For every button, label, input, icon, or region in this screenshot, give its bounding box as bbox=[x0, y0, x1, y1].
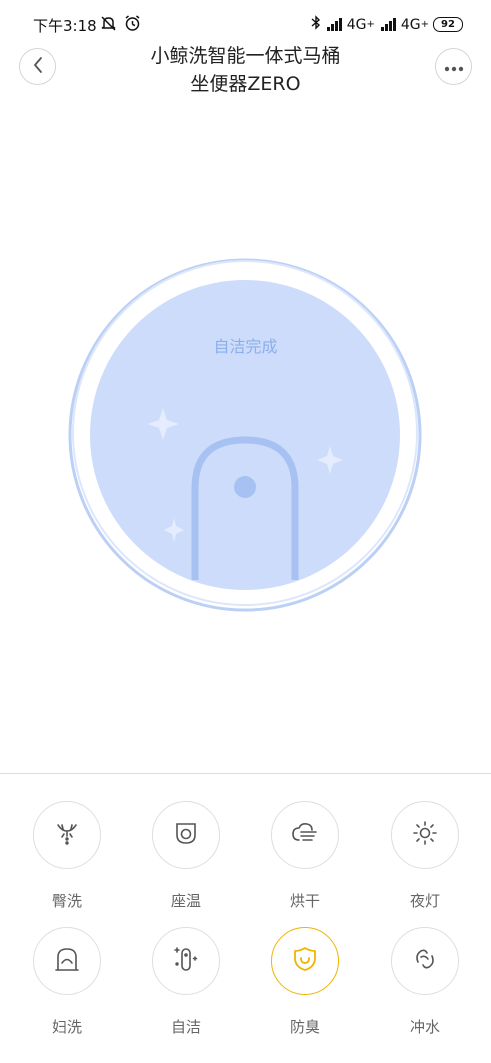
dry-icon bbox=[290, 820, 320, 850]
function-label: 妇洗 bbox=[51, 1018, 82, 1036]
network-2-label: 4G bbox=[400, 16, 421, 33]
function-hip-wash[interactable]: 臀洗 bbox=[17, 801, 117, 911]
function-label: 座温 bbox=[170, 892, 201, 910]
feminine-wash-button[interactable] bbox=[33, 927, 101, 995]
function-label: 臀洗 bbox=[51, 892, 82, 910]
function-dry[interactable]: 烘干 bbox=[255, 801, 355, 911]
more-button[interactable] bbox=[435, 48, 472, 85]
self-clean-icon bbox=[172, 944, 200, 978]
chevron-left-icon bbox=[32, 56, 44, 78]
status-illustration bbox=[60, 250, 430, 620]
hip-wash-icon bbox=[53, 819, 81, 851]
function-flush[interactable]: 冲水 bbox=[375, 927, 475, 1037]
hero-status-text: 自洁完成 bbox=[213, 337, 278, 356]
function-night-light[interactable]: 夜灯 bbox=[375, 801, 475, 911]
alarm-icon bbox=[124, 15, 141, 35]
deodorize-icon bbox=[292, 945, 318, 977]
status-time: 下午3:18 bbox=[33, 17, 97, 35]
divider bbox=[0, 773, 491, 774]
title-line-1: 小鲸洗智能一体式马桶 bbox=[150, 45, 341, 67]
function-label: 夜灯 bbox=[409, 892, 440, 910]
battery-indicator: 92 bbox=[433, 17, 463, 32]
function-label: 自洁 bbox=[170, 1018, 201, 1036]
back-button[interactable] bbox=[19, 48, 56, 85]
function-feminine-wash[interactable]: 妇洗 bbox=[17, 927, 117, 1037]
function-label: 防臭 bbox=[289, 1018, 320, 1036]
flush-icon bbox=[412, 946, 438, 976]
signal-1-icon bbox=[325, 18, 343, 31]
function-label: 烘干 bbox=[289, 892, 320, 910]
self-clean-button[interactable] bbox=[152, 927, 220, 995]
function-deodorize[interactable]: 防臭 bbox=[255, 927, 355, 1037]
bluetooth-icon bbox=[311, 15, 321, 34]
flush-button[interactable] bbox=[391, 927, 459, 995]
notifications-off-icon bbox=[100, 15, 117, 35]
seat-temp-button[interactable] bbox=[152, 801, 220, 869]
signal-2-icon bbox=[379, 18, 397, 31]
network-1-label: 4G bbox=[346, 16, 367, 33]
title-line-2: 坐便器ZERO bbox=[190, 73, 301, 95]
status-bar: 下午3:18 4G + 4G + 92 bbox=[0, 0, 491, 46]
night-light-button[interactable] bbox=[391, 801, 459, 869]
function-label: 冲水 bbox=[409, 1018, 440, 1036]
seat-temp-icon bbox=[173, 820, 199, 850]
feminine-wash-icon bbox=[54, 946, 80, 976]
night-light-icon bbox=[412, 820, 438, 850]
page-title: 小鲸洗智能一体式马桶 坐便器ZERO bbox=[100, 42, 391, 98]
deodorize-button[interactable] bbox=[271, 927, 339, 995]
function-self-clean[interactable]: 自洁 bbox=[136, 927, 236, 1037]
more-icon bbox=[444, 57, 464, 76]
dry-button[interactable] bbox=[271, 801, 339, 869]
hip-wash-button[interactable] bbox=[33, 801, 101, 869]
function-seat-temp[interactable]: 座温 bbox=[136, 801, 236, 911]
